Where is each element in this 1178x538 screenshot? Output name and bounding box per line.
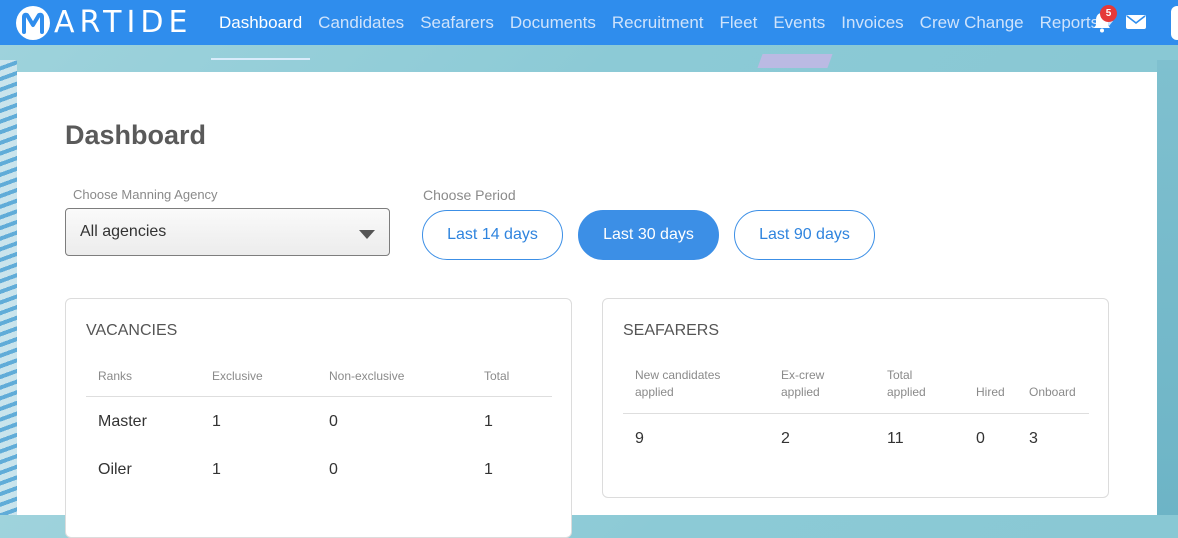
notification-badge: 5 — [1100, 5, 1117, 22]
vacancies-title: VACANCIES — [86, 322, 178, 339]
chevron-down-icon — [359, 230, 375, 239]
seafarers-header-total-line1: Total — [887, 368, 913, 382]
period-button-90-days[interactable]: Last 90 days — [734, 210, 875, 260]
nav-item-recruitment[interactable]: Recruitment — [604, 0, 712, 45]
seafarers-header-divider — [623, 413, 1089, 414]
nav-item-events[interactable]: Events — [765, 0, 833, 45]
seafarers-header-total-applied: Total applied — [887, 367, 926, 401]
logo-m-icon — [22, 12, 44, 34]
agency-label: Choose Manning Agency — [73, 187, 218, 202]
seafarers-header-onboard: Onboard — [1029, 385, 1076, 399]
logo-mark — [16, 5, 50, 40]
main-content: Dashboard Choose Manning Agency All agen… — [17, 72, 1157, 538]
background-shape — [757, 54, 833, 68]
seafarers-value-onboard: 3 — [1029, 430, 1038, 447]
seafarers-title: SEAFARERS — [623, 322, 720, 339]
nav-item-fleet[interactable]: Fleet — [712, 0, 766, 45]
page-title: Dashboard — [65, 120, 207, 150]
envelope-icon[interactable] — [1125, 12, 1147, 32]
seafarers-header-ex-crew-line1: Ex-crew — [781, 368, 825, 382]
nav-item-dashboard[interactable]: Dashboard — [211, 0, 311, 60]
nav-links: Dashboard Candidates Seafarers Documents… — [211, 0, 1121, 60]
logo-text: ARTIDE — [54, 5, 193, 40]
seafarers-value-new-candidates: 9 — [635, 430, 644, 447]
nav-item-invoices[interactable]: Invoices — [833, 0, 911, 45]
seafarers-header-ex-crew: Ex-crew applied — [781, 367, 824, 401]
seafarers-header-total-line2: applied — [887, 385, 926, 399]
period-label: Choose Period — [423, 187, 516, 203]
seafarers-header-ex-crew-line2: applied — [781, 385, 820, 399]
vacancies-header-total: Total — [484, 369, 510, 383]
vacancies-row-1-total: 1 — [484, 413, 493, 430]
seafarers-header-new-candidates-line1: New candidates — [635, 368, 721, 382]
seafarers-value-ex-crew: 2 — [781, 430, 790, 447]
logo[interactable]: ARTIDE — [16, 0, 204, 45]
vacancies-row-1-exclusive: 1 — [212, 413, 221, 430]
seafarers-header-new-candidates: New candidates applied — [635, 367, 720, 401]
vacancies-header-ranks: Ranks — [98, 369, 133, 383]
nav-item-seafarers[interactable]: Seafarers — [412, 0, 502, 45]
seafarers-value-total-applied: 11 — [887, 430, 904, 447]
vacancies-row-1-rank: Master — [98, 413, 147, 430]
user-menu-edge[interactable] — [1171, 6, 1178, 40]
vacancies-header-exclusive: Exclusive — [212, 369, 263, 383]
vacancies-row-1-non-exclusive: 0 — [329, 413, 338, 430]
nav-item-crew-change[interactable]: Crew Change — [912, 0, 1032, 45]
seafarers-value-hired: 0 — [976, 430, 985, 447]
nav-item-documents[interactable]: Documents — [502, 0, 604, 45]
vacancies-row-2-non-exclusive: 0 — [329, 461, 338, 478]
vacancies-panel: VACANCIES Ranks Exclusive Non-exclusive … — [65, 298, 572, 538]
seafarers-panel: SEAFARERS New candidates applied Ex-crew… — [602, 298, 1109, 498]
period-button-14-days[interactable]: Last 14 days — [422, 210, 563, 260]
top-navbar: ARTIDE Dashboard Candidates Seafarers Do… — [0, 0, 1178, 60]
background-stripes — [0, 60, 17, 515]
vacancies-row-2-total: 1 — [484, 461, 493, 478]
vacancies-header-non-exclusive: Non-exclusive — [329, 369, 405, 383]
background-right — [1157, 60, 1178, 515]
period-button-30-days[interactable]: Last 30 days — [578, 210, 719, 260]
seafarers-header-new-candidates-line2: applied — [635, 385, 674, 399]
agency-select[interactable]: All agencies — [65, 208, 390, 256]
vacancies-header-divider — [86, 396, 552, 397]
vacancies-row-2-rank: Oiler — [98, 461, 132, 478]
agency-select-value: All agencies — [80, 223, 167, 240]
nav-item-candidates[interactable]: Candidates — [310, 0, 412, 45]
vacancies-row-2-exclusive: 1 — [212, 461, 221, 478]
seafarers-header-hired: Hired — [976, 385, 1005, 399]
